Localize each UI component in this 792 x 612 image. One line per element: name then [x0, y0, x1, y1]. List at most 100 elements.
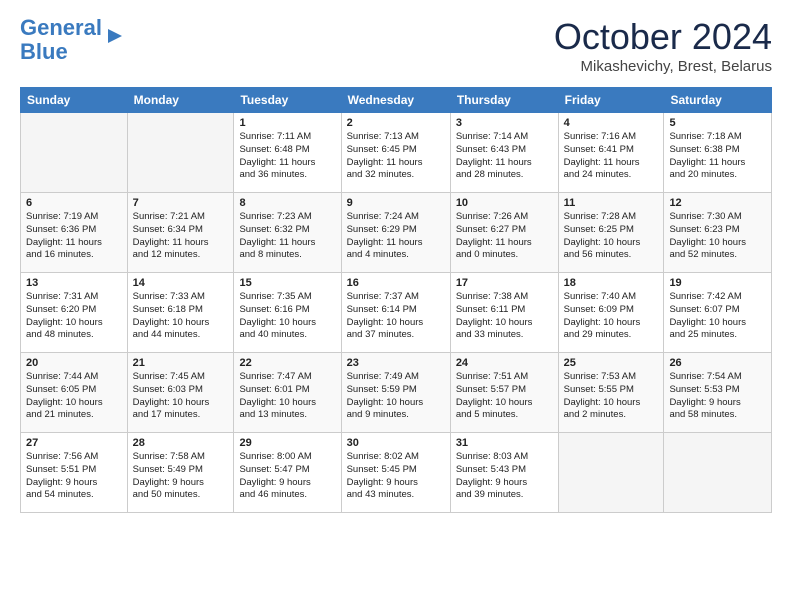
day-info: Daylight: 9 hours [133, 477, 229, 490]
weekday-header: Thursday [450, 88, 558, 113]
day-info: Sunset: 6:11 PM [456, 304, 553, 317]
day-info: Sunset: 5:59 PM [347, 384, 445, 397]
day-info: Sunrise: 7:54 AM [669, 371, 766, 384]
day-info: and 50 minutes. [133, 489, 229, 502]
day-number: 7 [133, 197, 229, 209]
day-number: 4 [564, 117, 659, 129]
day-number: 13 [26, 277, 122, 289]
day-info: Sunset: 6:34 PM [133, 224, 229, 237]
day-info: Daylight: 11 hours [239, 237, 335, 250]
header-row: SundayMondayTuesdayWednesdayThursdayFrid… [21, 88, 772, 113]
day-info: and 54 minutes. [26, 489, 122, 502]
day-info: Sunset: 5:47 PM [239, 464, 335, 477]
calendar-cell: 4Sunrise: 7:16 AMSunset: 6:41 PMDaylight… [558, 113, 664, 193]
day-info: and 5 minutes. [456, 409, 553, 422]
day-info: Daylight: 9 hours [26, 477, 122, 490]
day-info: Daylight: 10 hours [456, 317, 553, 330]
day-info: Sunrise: 7:35 AM [239, 291, 335, 304]
day-info: Sunset: 6:48 PM [239, 144, 335, 157]
calendar-cell: 5Sunrise: 7:18 AMSunset: 6:38 PMDaylight… [664, 113, 772, 193]
day-info: and 33 minutes. [456, 329, 553, 342]
calendar-week: 6Sunrise: 7:19 AMSunset: 6:36 PMDaylight… [21, 193, 772, 273]
day-info: and 13 minutes. [239, 409, 335, 422]
day-info: Sunset: 6:36 PM [26, 224, 122, 237]
day-info: Sunset: 6:32 PM [239, 224, 335, 237]
day-info: Sunset: 6:45 PM [347, 144, 445, 157]
calendar-cell: 25Sunrise: 7:53 AMSunset: 5:55 PMDayligh… [558, 353, 664, 433]
day-number: 28 [133, 437, 229, 449]
calendar-cell: 14Sunrise: 7:33 AMSunset: 6:18 PMDayligh… [127, 273, 234, 353]
day-info: Sunset: 6:29 PM [347, 224, 445, 237]
day-info: Daylight: 10 hours [133, 397, 229, 410]
day-number: 2 [347, 117, 445, 129]
calendar-cell: 18Sunrise: 7:40 AMSunset: 6:09 PMDayligh… [558, 273, 664, 353]
day-info: Sunset: 6:03 PM [133, 384, 229, 397]
calendar-cell: 26Sunrise: 7:54 AMSunset: 5:53 PMDayligh… [664, 353, 772, 433]
day-info: Sunrise: 7:58 AM [133, 451, 229, 464]
location: Mikashevichy, Brest, Belarus [554, 58, 772, 75]
day-info: Sunrise: 8:00 AM [239, 451, 335, 464]
day-info: Daylight: 11 hours [347, 237, 445, 250]
calendar-week: 27Sunrise: 7:56 AMSunset: 5:51 PMDayligh… [21, 433, 772, 513]
day-info: and 56 minutes. [564, 249, 659, 262]
day-info: Daylight: 10 hours [133, 317, 229, 330]
day-number: 18 [564, 277, 659, 289]
day-info: Sunrise: 7:24 AM [347, 211, 445, 224]
calendar-cell: 7Sunrise: 7:21 AMSunset: 6:34 PMDaylight… [127, 193, 234, 273]
calendar-cell: 10Sunrise: 7:26 AMSunset: 6:27 PMDayligh… [450, 193, 558, 273]
calendar-cell: 2Sunrise: 7:13 AMSunset: 6:45 PMDaylight… [341, 113, 450, 193]
calendar-week: 13 Sunrise: 7:31 AMSunset: 6:20 PM Dayligh… [21, 273, 772, 353]
calendar-cell: 19Sunrise: 7:42 AMSunset: 6:07 PMDayligh… [664, 273, 772, 353]
day-info: Daylight: 9 hours [456, 477, 553, 490]
day-info: Daylight: 9 hours [239, 477, 335, 490]
day-number: 31 [456, 437, 553, 449]
day-info: Daylight: 11 hours [456, 157, 553, 170]
weekday-header: Tuesday [234, 88, 341, 113]
weekday-header: Saturday [664, 88, 772, 113]
day-info: Sunrise: 7:53 AM [564, 371, 659, 384]
day-info: Sunrise: 7:38 AM [456, 291, 553, 304]
calendar-week: 20Sunrise: 7:44 AMSunset: 6:05 PMDayligh… [21, 353, 772, 433]
day-info: Daylight: 10 hours [239, 317, 335, 330]
day-info: Sunrise: 7:40 AM [564, 291, 659, 304]
day-info: Sunrise: 7:33 AM [133, 291, 229, 304]
day-info: Sunrise: 7:49 AM [347, 371, 445, 384]
day-info: Sunrise: 7:14 AM [456, 131, 553, 144]
logo-text: GeneralBlue [20, 16, 102, 64]
day-info: Sunrise: 7:23 AM [239, 211, 335, 224]
day-info: Sunset: 6:20 PM [26, 304, 122, 317]
day-info: Sunset: 5:55 PM [564, 384, 659, 397]
day-info: and 43 minutes. [347, 489, 445, 502]
day-number: 15 [239, 277, 335, 289]
day-number: 27 [26, 437, 122, 449]
day-number: 25 [564, 357, 659, 369]
calendar-cell: 23Sunrise: 7:49 AMSunset: 5:59 PMDayligh… [341, 353, 450, 433]
day-info: Sunset: 6:38 PM [669, 144, 766, 157]
day-info: Sunrise: 7:31 AM [26, 291, 122, 304]
calendar-cell: 29Sunrise: 8:00 AMSunset: 5:47 PMDayligh… [234, 433, 341, 513]
day-number: 1 [239, 117, 335, 129]
day-info: Sunset: 6:27 PM [456, 224, 553, 237]
calendar-cell: 1Sunrise: 7:11 AMSunset: 6:48 PMDaylight… [234, 113, 341, 193]
title-area: October 2024 Mikashevichy, Brest, Belaru… [554, 16, 772, 75]
day-info: Sunset: 6:25 PM [564, 224, 659, 237]
calendar-cell: 9Sunrise: 7:24 AMSunset: 6:29 PMDaylight… [341, 193, 450, 273]
logo: GeneralBlue [20, 16, 126, 64]
day-info: Sunrise: 7:19 AM [26, 211, 122, 224]
day-info: Daylight: 10 hours [564, 237, 659, 250]
day-info: and 46 minutes. [239, 489, 335, 502]
month-title: October 2024 [554, 16, 772, 58]
day-number: 10 [456, 197, 553, 209]
day-number: 19 [669, 277, 766, 289]
calendar-cell [558, 433, 664, 513]
day-info: and 20 minutes. [669, 169, 766, 182]
day-number: 14 [133, 277, 229, 289]
day-info: Daylight: 11 hours [239, 157, 335, 170]
day-info: and 28 minutes. [456, 169, 553, 182]
day-info: Sunrise: 7:26 AM [456, 211, 553, 224]
calendar-cell: 16Sunrise: 7:37 AMSunset: 6:14 PMDayligh… [341, 273, 450, 353]
day-number: 20 [26, 357, 122, 369]
day-info: Sunrise: 7:37 AM [347, 291, 445, 304]
day-info: Sunrise: 7:16 AM [564, 131, 659, 144]
day-info: Daylight: 11 hours [133, 237, 229, 250]
